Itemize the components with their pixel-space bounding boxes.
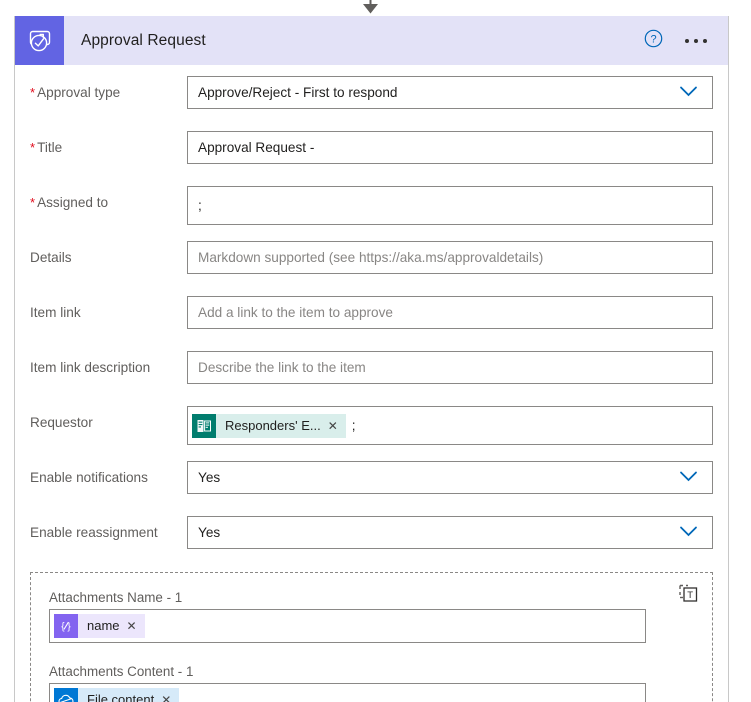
field-label-item-link: Item link (30, 305, 81, 320)
field-label-title: * Title (30, 140, 63, 155)
required-asterisk: * (30, 85, 36, 100)
required-asterisk: * (30, 140, 36, 155)
approval-request-card: Approval Request ? * Approval type Appro… (14, 16, 729, 702)
approval-type-value: Approve/Reject - First to respond (198, 85, 398, 100)
item-link-input[interactable]: Add a link to the item to approve (187, 296, 713, 329)
svg-text:T: T (687, 590, 693, 601)
field-label-enable-notifications: Enable notifications (30, 470, 148, 485)
more-horizontal-icon[interactable] (685, 38, 707, 43)
approval-badge-icon (15, 16, 64, 65)
requestor-token-chip[interactable]: Responders' E... ✕ (192, 413, 346, 438)
field-label-item-link-description: Item link description (30, 360, 151, 375)
enable-reassignment-dropdown[interactable]: Yes (187, 516, 713, 549)
flow-connector (0, 0, 751, 16)
attachments-content-input[interactable]: File content ✕ (49, 683, 646, 702)
svg-text:?: ? (650, 33, 656, 45)
onedrive-cloud-icon (54, 688, 78, 702)
item-link-description-placeholder: Describe the link to the item (198, 360, 366, 375)
requestor-input[interactable]: Responders' E... ✕ ; (187, 406, 713, 445)
help-circle-icon[interactable]: ? (644, 29, 663, 53)
expression-token-icon: { } (54, 614, 78, 638)
card-header: Approval Request ? (15, 16, 728, 65)
microsoft-forms-icon (192, 413, 216, 438)
field-row-item-link: Item link Add a link to the item to appr… (30, 296, 713, 340)
file-content-token-chip[interactable]: File content ✕ (54, 688, 180, 702)
chevron-down-icon (679, 85, 698, 100)
requestor-trailing-separator: ; (351, 418, 356, 433)
close-icon[interactable]: ✕ (127, 614, 145, 638)
svg-text:{ }: { } (61, 622, 71, 633)
name-chip-body: name ✕ (78, 614, 145, 638)
requestor-token-label: Responders' E... (225, 417, 321, 433)
field-label-details: Details (30, 250, 72, 265)
item-link-placeholder: Add a link to the item to approve (198, 305, 393, 320)
field-row-title: * Title Approval Request - (30, 131, 713, 175)
name-token-label: name (87, 618, 120, 633)
field-row-enable-notifications: Enable notifications Yes (30, 461, 713, 505)
attachments-array-group: T Attachments Name - 1 { } name ✕ Attach… (30, 572, 713, 702)
field-label-requestor: Requestor (30, 415, 93, 430)
field-row-assigned-to: * Assigned to ; (30, 186, 713, 230)
close-icon[interactable]: ✕ (328, 414, 346, 438)
arrow-down-icon (363, 0, 378, 14)
field-label-approval-type: * Approval type (30, 85, 121, 100)
attachments-content-label: Attachments Content - 1 (49, 664, 194, 679)
details-placeholder: Markdown supported (see https://aka.ms/a… (198, 250, 544, 265)
enable-notifications-value: Yes (198, 470, 221, 485)
required-asterisk: * (30, 195, 36, 210)
field-row-approval-type: * Approval type Approve/Reject - First to… (30, 76, 713, 120)
file-content-chip-body: File content ✕ (78, 688, 180, 702)
title-value: Approval Request - (198, 140, 315, 155)
enable-notifications-dropdown[interactable]: Yes (187, 461, 713, 494)
attachments-name-label: Attachments Name - 1 (49, 590, 183, 605)
attachments-name-input[interactable]: { } name ✕ (49, 609, 646, 643)
approval-form: * Approval type Approve/Reject - First to… (15, 76, 728, 560)
approval-request-card-screen: Approval Request ? * Approval type Appro… (0, 0, 751, 702)
chevron-down-icon (679, 470, 698, 485)
switch-to-text-mode-icon[interactable]: T (679, 584, 698, 609)
enable-reassignment-value: Yes (198, 525, 221, 540)
field-row-requestor: Requestor Responders' E... ✕ ; (30, 406, 713, 450)
chevron-down-icon (679, 525, 698, 540)
field-label-assigned-to: * Assigned to (30, 195, 109, 210)
approval-type-dropdown[interactable]: Approve/Reject - First to respond (187, 76, 713, 109)
title-input[interactable]: Approval Request - (187, 131, 713, 164)
field-label-enable-reassignment: Enable reassignment (30, 525, 158, 540)
field-row-details: Details Markdown supported (see https://… (30, 241, 713, 285)
page-title: Approval Request (81, 31, 206, 49)
assigned-to-value: ; (198, 198, 202, 213)
close-icon[interactable]: ✕ (161, 688, 179, 702)
details-input[interactable]: Markdown supported (see https://aka.ms/a… (187, 241, 713, 274)
field-row-enable-reassignment: Enable reassignment Yes (30, 516, 713, 560)
item-link-description-input[interactable]: Describe the link to the item (187, 351, 713, 384)
field-row-item-link-description: Item link description Describe the link … (30, 351, 713, 395)
requestor-chip-body: Responders' E... ✕ (216, 413, 346, 438)
file-content-token-label: File content (87, 692, 155, 702)
name-token-chip[interactable]: { } name ✕ (54, 614, 145, 638)
header-actions: ? (644, 29, 728, 53)
assigned-to-input[interactable]: ; (187, 186, 713, 225)
